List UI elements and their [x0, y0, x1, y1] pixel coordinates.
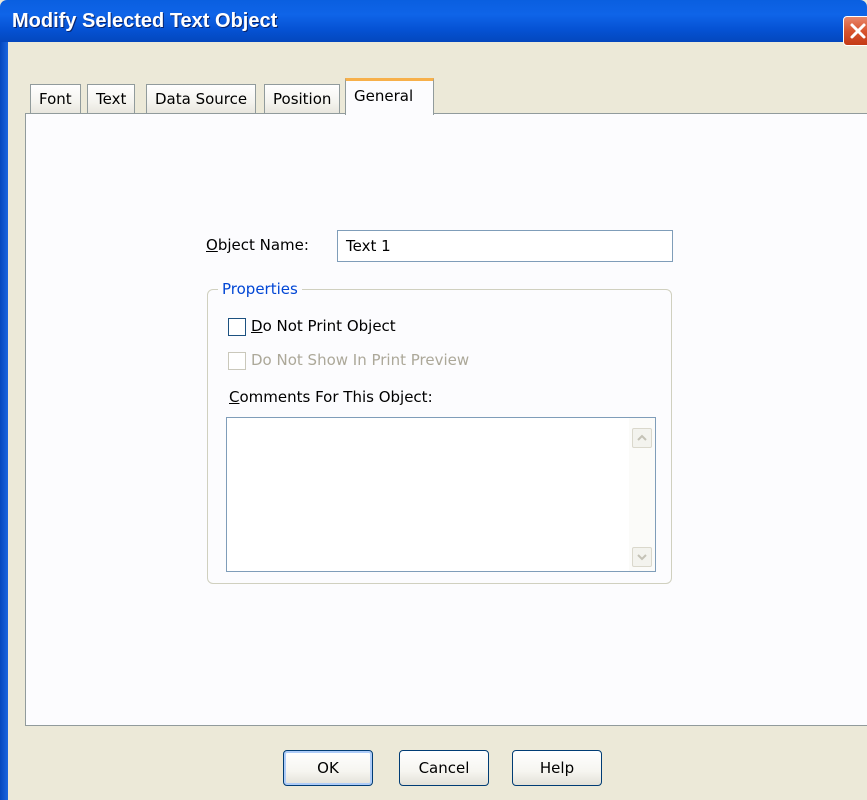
do-not-show-preview-label: Do Not Show In Print Preview — [251, 351, 470, 369]
scroll-up-arrow-icon — [637, 434, 647, 441]
scroll-up-button[interactable] — [632, 428, 652, 448]
scroll-down-arrow-icon — [637, 554, 647, 561]
comments-scrollbar[interactable] — [629, 418, 655, 571]
help-button[interactable]: Help — [512, 750, 602, 786]
comments-label: Comments For This Object: — [229, 388, 433, 406]
do-not-print-label[interactable]: Do Not Print Object — [251, 317, 396, 335]
tab-data-source[interactable]: Data Source — [146, 84, 257, 114]
properties-group-title: Properties — [218, 280, 302, 298]
object-name-label: Object Name: — [206, 236, 309, 254]
tab-position[interactable]: Position — [264, 84, 341, 114]
title-bar[interactable]: Modify Selected Text Object — [0, 0, 867, 46]
comments-textarea[interactable] — [226, 417, 656, 572]
window-frame-left — [0, 42, 8, 800]
tab-general[interactable]: General — [345, 78, 434, 115]
scroll-down-button[interactable] — [632, 547, 652, 567]
dialog-window: Modify Selected Text Object Font Text Da… — [0, 0, 867, 800]
ok-button[interactable]: OK — [283, 750, 373, 786]
do-not-print-checkbox[interactable] — [228, 318, 246, 336]
close-icon — [850, 23, 866, 39]
object-name-field[interactable]: Text 1 — [337, 230, 673, 262]
tab-font[interactable]: Font — [30, 84, 81, 114]
window-title: Modify Selected Text Object — [12, 10, 278, 32]
tab-text[interactable]: Text — [87, 84, 136, 114]
close-button[interactable] — [843, 16, 867, 46]
do-not-show-preview-checkbox[interactable] — [228, 352, 246, 370]
cancel-button[interactable]: Cancel — [399, 750, 489, 786]
